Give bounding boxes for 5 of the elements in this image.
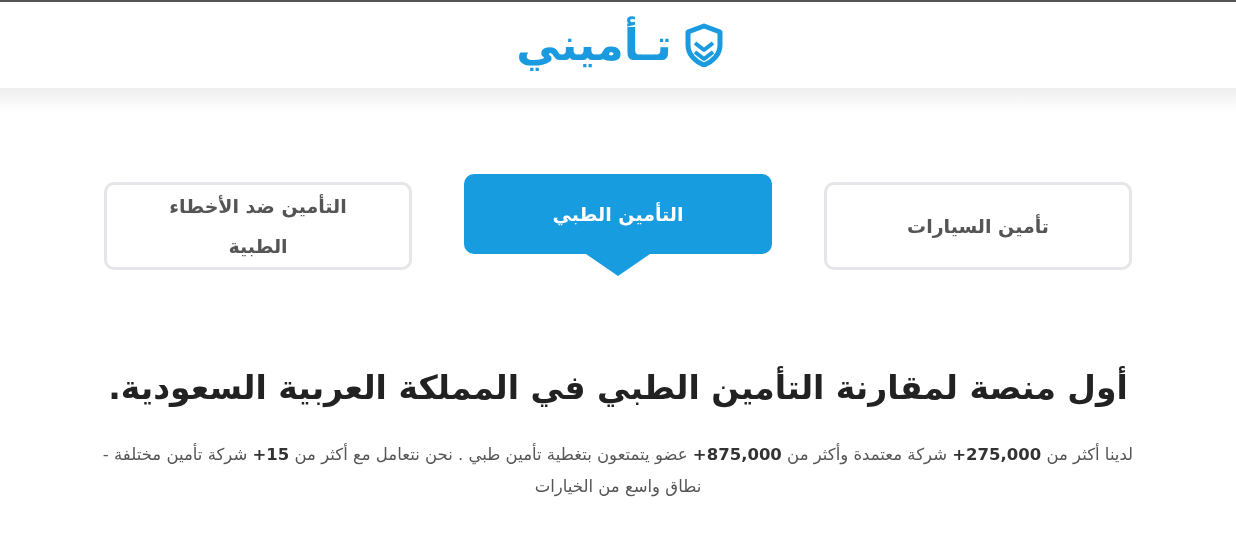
- shield-icon: [683, 23, 724, 67]
- headline: أول منصة لمقارنة التأمين الطبي في المملكة العربية السعودية.: [107, 368, 1129, 407]
- insurance-tab[interactable]: التأمين ضد الأخطاء الطبية: [104, 182, 412, 270]
- pointer-icon: [586, 254, 650, 276]
- insurance-tab[interactable]: تأمين السيارات: [824, 182, 1132, 270]
